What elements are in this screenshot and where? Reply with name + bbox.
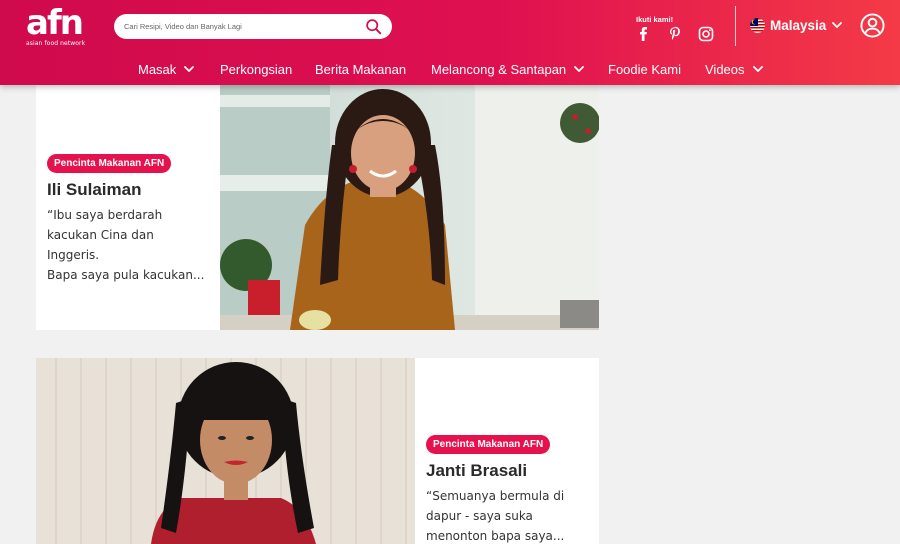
foodie-card[interactable]: Pencinta Makanan AFN Ili Sulaiman “Ibu s…	[36, 85, 599, 330]
quote-line: Bapa saya pula kacukan...	[47, 268, 205, 282]
foodie-quote: “Semuanya bermula di dapur - saya suka m…	[426, 486, 591, 544]
foodie-quote: “Ibu saya berdarah kacukan Cina dan Ingg…	[47, 205, 207, 285]
chevron-down-icon	[574, 66, 585, 72]
nav-item-label: Berita Makanan	[315, 61, 407, 77]
search-icon[interactable]	[365, 18, 382, 35]
nav-item-videos[interactable]: Videos	[705, 59, 764, 79]
nav-item-label: Masak	[138, 61, 177, 77]
quote-line: dapur - saya suka	[426, 509, 533, 523]
logo-tagline: asian food network	[26, 40, 86, 47]
chevron-down-icon	[832, 22, 843, 28]
country-label: Malaysia	[770, 17, 827, 33]
foodie-photo[interactable]	[220, 85, 599, 330]
nav-item-label: Perkongsian	[220, 61, 293, 77]
foodie-name[interactable]: Ili Sulaiman	[47, 180, 207, 200]
chevron-down-icon	[184, 66, 195, 72]
site-header: afn asian food network Ikuti kami!	[0, 0, 900, 85]
foodie-card-text: Pencinta Makanan AFN Ili Sulaiman “Ibu s…	[47, 151, 207, 285]
foodie-photo[interactable]	[36, 358, 415, 544]
nav-item-perkongsian[interactable]: Perkongsian	[220, 59, 292, 79]
nav-item-label: Foodie Kami	[608, 61, 681, 77]
main-nav: Masak Perkongsian Berita Makanan Melanco…	[0, 59, 900, 79]
instagram-icon[interactable]	[698, 26, 714, 42]
category-badge[interactable]: Pencinta Makanan AFN	[426, 435, 551, 454]
quote-line: kacukan Cina dan Inggeris.	[47, 228, 154, 262]
country-selector[interactable]: Malaysia	[750, 16, 843, 34]
logo-mark: afn	[26, 3, 84, 43]
quote-line: menonton bapa saya...	[426, 529, 565, 543]
nav-item-melancong-santapan[interactable]: Melancong & Santapan	[431, 59, 585, 79]
follow-us-label: Ikuti kami!	[636, 15, 674, 24]
malaysia-flag-icon	[750, 17, 765, 33]
quote-line: “Ibu saya berdarah	[47, 208, 163, 222]
quote-line: “Semuanya bermula di	[426, 489, 565, 503]
nav-item-label: Videos	[705, 61, 745, 77]
category-badge[interactable]: Pencinta Makanan AFN	[47, 154, 172, 173]
user-icon[interactable]	[860, 13, 885, 38]
afn-logo[interactable]: afn asian food network	[26, 6, 88, 50]
nav-item-berita-makanan[interactable]: Berita Makanan	[315, 59, 406, 79]
nav-item-foodie-kami[interactable]: Foodie Kami	[608, 59, 681, 79]
nav-item-label: Melancong & Santapan	[431, 61, 567, 77]
foodie-card-text: Pencinta Makanan AFN Janti Brasali “Semu…	[426, 432, 591, 544]
pinterest-icon[interactable]	[667, 26, 683, 42]
chevron-down-icon	[752, 66, 763, 72]
header-divider	[735, 6, 736, 46]
foodie-name[interactable]: Janti Brasali	[426, 461, 591, 481]
foodie-card[interactable]: Pencinta Makanan AFN Janti Brasali “Semu…	[36, 358, 599, 544]
search-input[interactable]	[124, 14, 354, 39]
search-bar	[114, 14, 392, 39]
facebook-icon[interactable]	[636, 26, 652, 42]
nav-item-masak[interactable]: Masak	[138, 59, 195, 79]
